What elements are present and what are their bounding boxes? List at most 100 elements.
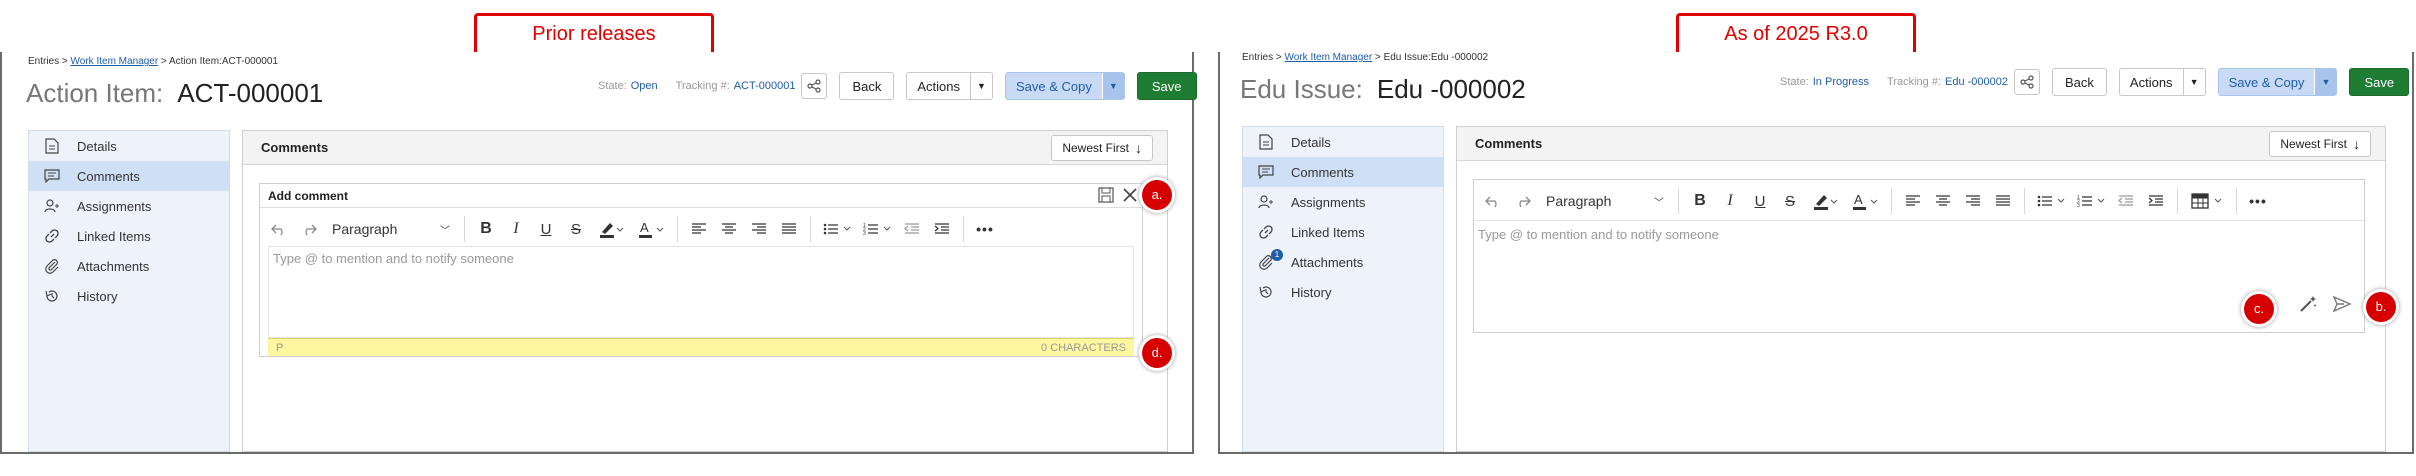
more-options-icon[interactable]: ••• bbox=[970, 215, 1000, 243]
paragraph-style-dropdown[interactable]: Paragraph ﹀ bbox=[1538, 187, 1672, 215]
save-copy-button[interactable]: Save & Copy ▼ bbox=[2217, 68, 2338, 96]
paragraph-style-dropdown[interactable]: Paragraph ﹀ bbox=[324, 215, 458, 243]
document-icon bbox=[43, 137, 61, 155]
indent-icon[interactable] bbox=[2141, 187, 2171, 215]
chevron-down-icon[interactable]: ▼ bbox=[2182, 69, 2205, 95]
document-icon bbox=[1257, 133, 1275, 151]
numbered-list-icon[interactable]: 123 bbox=[2071, 187, 2111, 215]
actions-dropdown[interactable]: Actions ▼ bbox=[2118, 68, 2206, 96]
comment-placeholder: Type @ to mention and to notify someone bbox=[1478, 227, 1719, 242]
strikethrough-icon[interactable]: S bbox=[1775, 187, 1805, 215]
sidebar-item-history[interactable]: History bbox=[29, 281, 229, 311]
left-screenshot-panel: Entries > Work Item Manager > Action Ite… bbox=[0, 52, 1197, 454]
element-path: P bbox=[276, 342, 284, 354]
sidebar-item-assignments[interactable]: Assignments bbox=[29, 191, 229, 221]
outdent-icon[interactable] bbox=[897, 215, 927, 243]
sort-newest-first-button[interactable]: Newest First ↓ bbox=[2269, 131, 2371, 157]
redo-icon[interactable] bbox=[294, 215, 324, 243]
sidebar-item-details[interactable]: Details bbox=[1243, 127, 1443, 157]
underline-icon[interactable]: U bbox=[531, 215, 561, 243]
undo-icon[interactable] bbox=[264, 215, 294, 243]
comments-title: Comments bbox=[1475, 136, 1543, 151]
outdent-icon[interactable] bbox=[2111, 187, 2141, 215]
font-color-icon[interactable]: A bbox=[1845, 187, 1885, 215]
editor-toolbar: Paragraph ﹀ B I U S A 123 ••• bbox=[1478, 186, 2273, 216]
sidebar-item-details[interactable]: Details bbox=[29, 131, 229, 161]
strikethrough-icon[interactable]: S bbox=[561, 215, 591, 243]
tracking-value: ACT-000001 bbox=[733, 80, 796, 92]
save-button[interactable]: Save bbox=[1136, 72, 1197, 100]
bulleted-list-icon[interactable] bbox=[817, 215, 857, 243]
align-left-icon[interactable] bbox=[684, 215, 714, 243]
share-button[interactable] bbox=[801, 73, 828, 99]
sidebar-item-linked-items[interactable]: Linked Items bbox=[1243, 217, 1443, 247]
sort-newest-first-button[interactable]: Newest First ↓ bbox=[1051, 135, 1153, 161]
share-icon bbox=[2020, 75, 2034, 89]
arrow-down-icon: ↓ bbox=[1135, 140, 1142, 156]
history-icon bbox=[43, 287, 61, 305]
svg-text:A: A bbox=[1854, 192, 1863, 207]
bold-icon[interactable]: B bbox=[1685, 187, 1715, 215]
chevron-down-icon[interactable]: ▼ bbox=[1101, 73, 1124, 99]
sidebar-item-assignments[interactable]: Assignments bbox=[1243, 187, 1443, 217]
add-comment-label: Add comment bbox=[268, 189, 349, 203]
user-icon bbox=[1257, 193, 1275, 211]
ai-assist-icon[interactable] bbox=[2298, 294, 2318, 314]
bulleted-list-icon[interactable] bbox=[2031, 187, 2071, 215]
comment-editor-body[interactable]: Type @ to mention and to notify someone bbox=[268, 246, 1134, 338]
numbered-list-icon[interactable]: 123 bbox=[857, 215, 897, 243]
comment-icon bbox=[43, 167, 61, 185]
sidebar-item-linked-items[interactable]: Linked Items bbox=[29, 221, 229, 251]
send-icon[interactable] bbox=[2332, 294, 2352, 314]
comment-editor-body[interactable]: Type @ to mention and to notify someone bbox=[1474, 220, 2364, 332]
undo-icon[interactable] bbox=[1478, 187, 1508, 215]
font-color-icon[interactable]: A bbox=[631, 215, 671, 243]
align-left-icon[interactable] bbox=[1898, 187, 1928, 215]
align-justify-icon[interactable] bbox=[774, 215, 804, 243]
indent-icon[interactable] bbox=[927, 215, 957, 243]
sidebar-item-attachments[interactable]: 1 Attachments bbox=[1243, 247, 1443, 277]
highlight-icon[interactable] bbox=[1805, 187, 1845, 215]
sidebar-item-comments[interactable]: Comments bbox=[1243, 157, 1443, 187]
more-options-icon[interactable]: ••• bbox=[2243, 187, 2273, 215]
italic-icon[interactable]: I bbox=[1715, 187, 1745, 215]
italic-icon[interactable]: I bbox=[501, 215, 531, 243]
state-value: Open bbox=[630, 80, 658, 92]
header-actions: State: Open Tracking #: ACT-000001 Back Ac… bbox=[598, 72, 1197, 100]
comments-panel: Comments Newest First ↓ Add comment Parag… bbox=[242, 130, 1168, 452]
sidebar-item-history[interactable]: History bbox=[1243, 277, 1443, 307]
comments-header: Comments Newest First ↓ bbox=[243, 131, 1167, 165]
highlight-icon[interactable] bbox=[591, 215, 631, 243]
breadcrumb-work-item-manager[interactable]: Work Item Manager bbox=[71, 56, 159, 67]
actions-dropdown[interactable]: Actions ▼ bbox=[906, 72, 993, 100]
align-center-icon[interactable] bbox=[714, 215, 744, 243]
chevron-down-icon[interactable]: ▼ bbox=[970, 73, 992, 99]
chevron-down-icon: ﹀ bbox=[440, 225, 450, 237]
bold-icon[interactable]: B bbox=[471, 215, 501, 243]
sidebar-item-comments[interactable]: Comments bbox=[29, 161, 229, 191]
align-right-icon[interactable] bbox=[744, 215, 774, 243]
align-right-icon[interactable] bbox=[1958, 187, 1988, 215]
header-actions: State: In Progress Tracking #: Edu -000002… bbox=[1780, 68, 2410, 96]
breadcrumb-work-item-manager[interactable]: Work Item Manager bbox=[1285, 52, 1373, 63]
close-icon[interactable] bbox=[1122, 187, 1138, 203]
align-center-icon[interactable] bbox=[1928, 187, 1958, 215]
sidebar: Details Comments Assignments Linked Item… bbox=[28, 130, 230, 452]
breadcrumb-entries[interactable]: Entries bbox=[1242, 52, 1273, 63]
redo-icon[interactable] bbox=[1508, 187, 1538, 215]
back-button[interactable]: Back bbox=[839, 72, 895, 100]
page-title: Action Item: ACT-000001 bbox=[26, 78, 324, 108]
save-draft-icon[interactable] bbox=[1098, 187, 1114, 203]
comments-panel: Comments Newest First ↓ Paragraph ﹀ B I U … bbox=[1456, 126, 2386, 452]
comment-editor: Paragraph ﹀ B I U S A 123 ••• Type @ to … bbox=[1473, 179, 2365, 333]
save-copy-button[interactable]: Save & Copy ▼ bbox=[1005, 72, 1125, 100]
share-button[interactable] bbox=[2014, 69, 2041, 95]
chevron-down-icon[interactable]: ▼ bbox=[2314, 69, 2337, 95]
sidebar-item-attachments[interactable]: Attachments bbox=[29, 251, 229, 281]
back-button[interactable]: Back bbox=[2052, 68, 2107, 96]
save-button[interactable]: Save bbox=[2349, 68, 2410, 96]
breadcrumb-entries[interactable]: Entries bbox=[28, 56, 59, 67]
table-icon[interactable] bbox=[2184, 187, 2230, 215]
underline-icon[interactable]: U bbox=[1745, 187, 1775, 215]
align-justify-icon[interactable] bbox=[1988, 187, 2018, 215]
